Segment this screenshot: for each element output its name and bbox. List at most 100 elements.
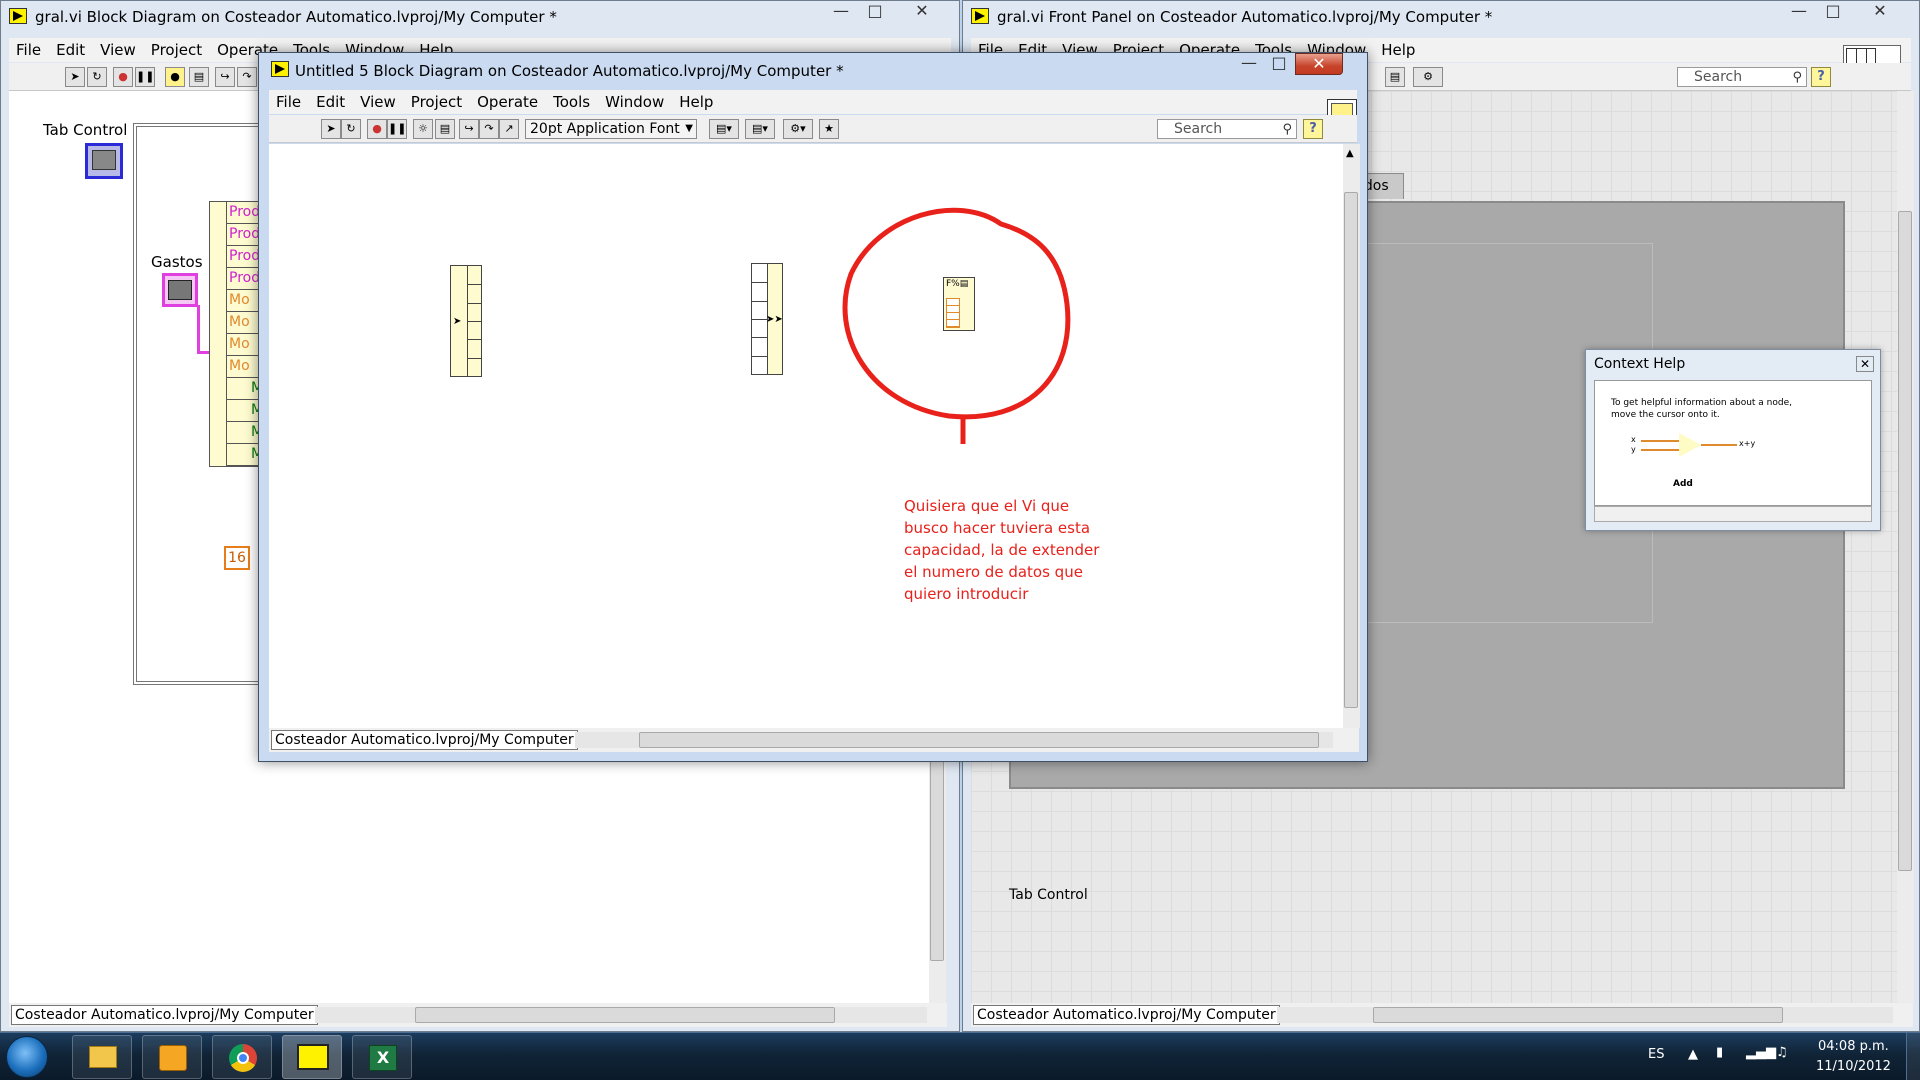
context-help-body: To get helpful information about a node,… [1594, 380, 1872, 506]
labview-app-icon [971, 8, 989, 24]
untitled5-search-input[interactable]: Search ⚲ [1157, 119, 1297, 139]
clock-time[interactable]: 04:08 p.m. [1818, 1039, 1889, 1054]
font-selector[interactable]: 20pt Application Font ▼ [525, 119, 697, 139]
menu-tools[interactable]: Tools [546, 90, 598, 111]
right-statusbar: Costeador Automatico.lvproj/My Computer [971, 1003, 1913, 1027]
gastos-terminal[interactable] [162, 273, 198, 307]
run-continuously-icon[interactable]: ↻ [341, 119, 361, 139]
highlight-execution-icon[interactable]: ☼ [413, 119, 433, 139]
right-vscroll-thumb[interactable] [1898, 211, 1912, 871]
left-window-titlebar[interactable]: gral.vi Block Diagram on Costeador Autom… [1, 1, 959, 33]
labview-icon[interactable] [282, 1035, 342, 1079]
clock-date[interactable]: 11/10/2012 [1816, 1059, 1891, 1074]
search-icon[interactable]: ⚲ [1282, 121, 1292, 139]
left-hscroll-thumb[interactable] [415, 1007, 835, 1023]
menu-help[interactable]: Help [672, 90, 721, 111]
show-desktop-button[interactable] [1906, 1033, 1920, 1080]
untitled5-vscroll-thumb[interactable] [1344, 192, 1358, 708]
menu-project[interactable]: Project [404, 90, 470, 111]
untitled5-hscroll-thumb[interactable] [639, 732, 1319, 748]
pause-icon[interactable]: ❚❚ [135, 67, 155, 87]
right-hscroll-thumb[interactable] [1373, 1007, 1783, 1023]
left-horizontal-scrollbar[interactable] [315, 1007, 927, 1023]
explorer-icon[interactable] [72, 1035, 132, 1079]
help-icon[interactable]: ? [1303, 119, 1323, 139]
cleanup-diagram-icon[interactable]: ★ [819, 119, 839, 139]
menu-file[interactable]: File [9, 38, 49, 59]
minimize-button[interactable]: — [1235, 53, 1263, 75]
menu-operate[interactable]: Operate [470, 90, 546, 111]
step-into-icon[interactable]: ↪ [215, 67, 235, 87]
chrome-icon[interactable] [212, 1035, 272, 1079]
gastos-wire [197, 305, 200, 353]
left-status-path: Costeador Automatico.lvproj/My Computer [11, 1005, 318, 1025]
minimize-button[interactable]: — [827, 1, 855, 23]
numeric-constant[interactable]: 16 [224, 546, 250, 570]
run-continuously-icon[interactable]: ↻ [87, 67, 107, 87]
run-icon[interactable]: ➤ [321, 119, 341, 139]
start-button-icon[interactable] [6, 1036, 48, 1078]
search-icon[interactable]: ⚲ [1792, 69, 1802, 87]
right-search-input[interactable]: Search ⚲ [1677, 67, 1807, 87]
close-button[interactable]: ✕ [905, 1, 939, 23]
retain-wire-values-icon[interactable]: ▤ [435, 119, 455, 139]
minimize-button[interactable]: — [1785, 1, 1813, 23]
pause-icon[interactable]: ❚❚ [387, 119, 407, 139]
show-hidden-icons-icon[interactable]: ▲ [1688, 1047, 1698, 1062]
distribute-objects-icon[interactable]: ▤▾ [745, 119, 775, 139]
step-into-icon[interactable]: ↪ [459, 119, 479, 139]
help-icon[interactable]: ? [1811, 67, 1831, 87]
right-window-titlebar[interactable]: gral.vi Front Panel on Costeador Automat… [963, 1, 1919, 33]
untitled5-vertical-scrollbar[interactable]: ▲ [1343, 144, 1360, 728]
right-horizontal-scrollbar[interactable] [1277, 1007, 1893, 1023]
menu-window[interactable]: Window [598, 90, 672, 111]
step-over-icon[interactable]: ↷ [479, 119, 499, 139]
align-objects-icon[interactable]: ▤▾ [709, 119, 739, 139]
scroll-up-icon[interactable]: ▲ [1346, 148, 1354, 159]
reorder-icon[interactable]: ⚙▾ [783, 119, 813, 139]
menu-project[interactable]: Project [144, 38, 210, 59]
menu-edit[interactable]: Edit [309, 90, 353, 111]
annotation-circle [842, 207, 1071, 444]
retain-wire-values-icon[interactable]: ▤ [189, 67, 209, 87]
language-indicator[interactable]: ES [1648, 1047, 1664, 1062]
index-array-node[interactable]: ➤➤ [751, 263, 783, 375]
untitled5-horizontal-scrollbar[interactable] [575, 732, 1333, 748]
untitled5-block-diagram-window: Untitled 5 Block Diagram on Costeador Au… [258, 52, 1368, 762]
context-help-close-icon[interactable]: ✕ [1856, 356, 1874, 372]
labview-app-icon [9, 8, 27, 24]
power-icon[interactable]: ▮ [1716, 1045, 1723, 1060]
style-icon[interactable]: ⚙ [1413, 67, 1443, 87]
menu-view[interactable]: View [93, 38, 144, 59]
reorder-icon[interactable]: ▤ [1385, 67, 1405, 87]
highlight-execution-icon[interactable]: ● [165, 67, 185, 87]
search-placeholder: Search [1694, 69, 1743, 85]
menu-edit[interactable]: Edit [49, 38, 93, 59]
run-icon[interactable]: ➤ [65, 67, 85, 87]
step-out-icon[interactable]: ↗ [499, 119, 519, 139]
tab-control-terminal[interactable] [85, 143, 123, 179]
volume-icon[interactable]: ♫ [1776, 1045, 1788, 1060]
step-over-icon[interactable]: ↷ [237, 67, 257, 87]
maximize-button[interactable]: □ [1265, 53, 1293, 75]
maximize-button[interactable]: □ [861, 1, 889, 23]
outlook-icon[interactable] [142, 1035, 202, 1079]
untitled5-titlebar[interactable]: Untitled 5 Block Diagram on Costeador Au… [259, 53, 1367, 85]
excel-icon[interactable]: X [352, 1035, 412, 1079]
maximize-button[interactable]: □ [1819, 1, 1847, 23]
network-icon[interactable]: ▂▄▆ [1746, 1045, 1776, 1060]
close-button[interactable]: ✕ [1863, 1, 1897, 23]
menu-view[interactable]: View [353, 90, 404, 111]
menu-file[interactable]: File [269, 90, 309, 111]
abort-icon[interactable]: ● [367, 119, 387, 139]
untitled5-statusbar: Costeador Automatico.lvproj/My Computer [269, 728, 1359, 752]
context-help-scrollbar[interactable] [1594, 506, 1872, 522]
menu-help[interactable]: Help [1374, 38, 1423, 59]
untitled5-diagram-canvas[interactable]: ➤ ➤➤ F%▤ Quisiera que el Vi que busco ha… [269, 144, 1343, 728]
search-placeholder: Search [1174, 121, 1223, 137]
right-vertical-scrollbar[interactable] [1897, 91, 1914, 1003]
abort-icon[interactable]: ● [113, 67, 133, 87]
close-button[interactable]: ✕ [1295, 53, 1343, 75]
build-array-node[interactable]: ➤ [450, 265, 482, 377]
untitled5-title: Untitled 5 Block Diagram on Costeador Au… [295, 62, 844, 80]
